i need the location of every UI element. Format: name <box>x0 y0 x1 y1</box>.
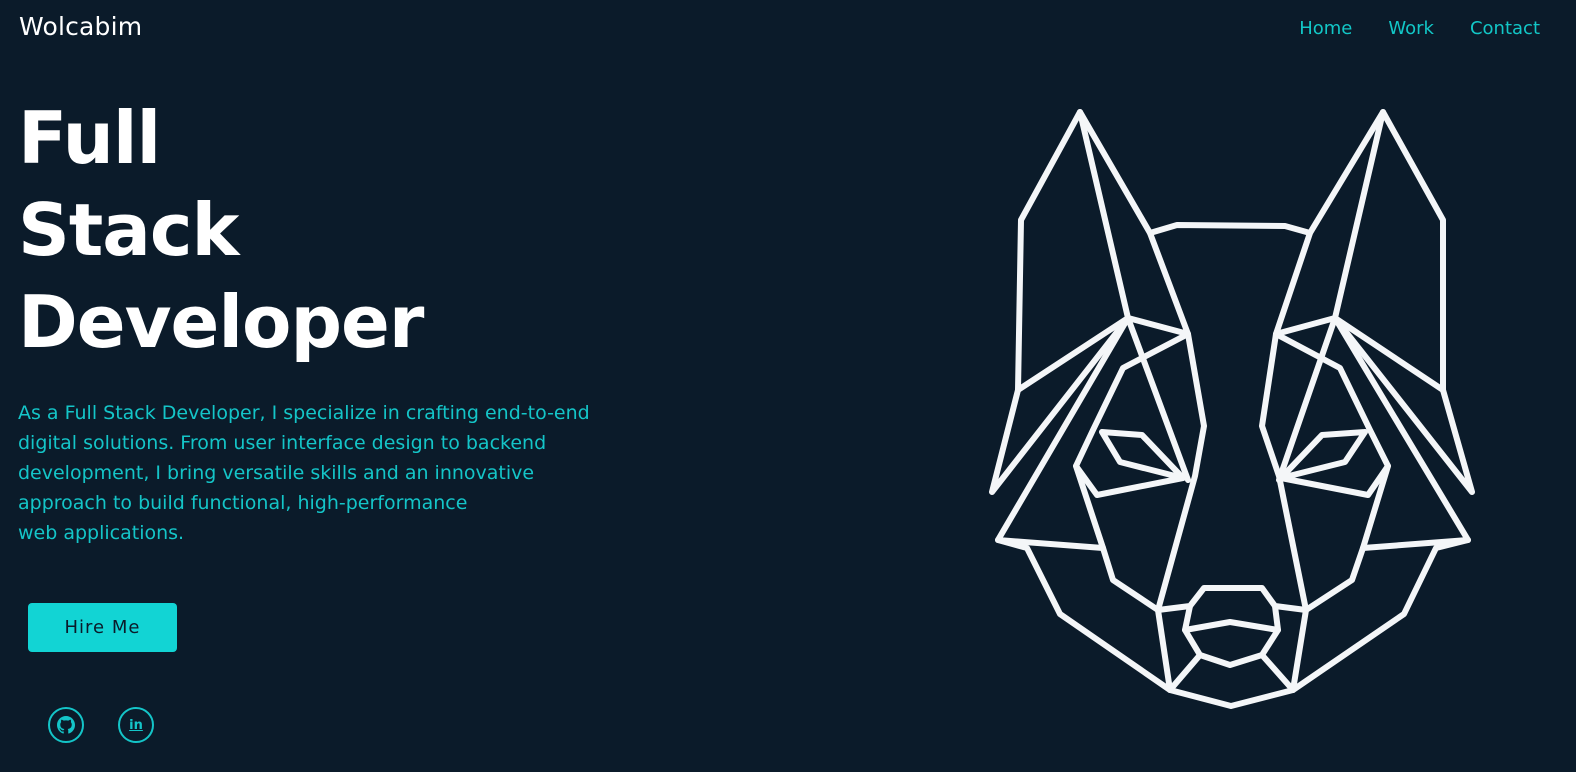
linkedin-icon: in <box>129 717 143 733</box>
portfolio-page: Wolcabim Home Work Contact Full Stack De… <box>0 0 1576 772</box>
headline-line-1: Full <box>18 96 161 180</box>
hire-me-button[interactable]: Hire Me <box>28 603 177 652</box>
nav-home-link[interactable]: Home <box>1299 18 1352 39</box>
intro-line-4: approach to build functional, high-perfo… <box>18 492 468 514</box>
intro-line-5: web applications. <box>18 522 185 544</box>
intro-line-2: digital solutions. From user interface d… <box>18 432 547 454</box>
intro-line-3: development, I bring versatile skills an… <box>18 462 535 484</box>
linkedin-link[interactable]: in <box>118 707 154 743</box>
github-link[interactable] <box>48 707 84 743</box>
hero-headline: Full Stack Developer <box>18 92 424 368</box>
nav-work-link[interactable]: Work <box>1388 18 1434 39</box>
headline-line-3: Developer <box>18 280 424 364</box>
github-icon <box>57 716 75 734</box>
hero-intro: As a Full Stack Developer, I specialize … <box>18 398 618 548</box>
geometric-wolf-icon <box>989 109 1475 709</box>
headline-line-2: Stack <box>18 188 239 272</box>
intro-line-1: As a Full Stack Developer, I specialize … <box>18 402 590 424</box>
nav-contact-link[interactable]: Contact <box>1470 18 1540 39</box>
brand-logo[interactable]: Wolcabim <box>19 12 142 41</box>
main-nav: Home Work Contact <box>1299 18 1540 39</box>
